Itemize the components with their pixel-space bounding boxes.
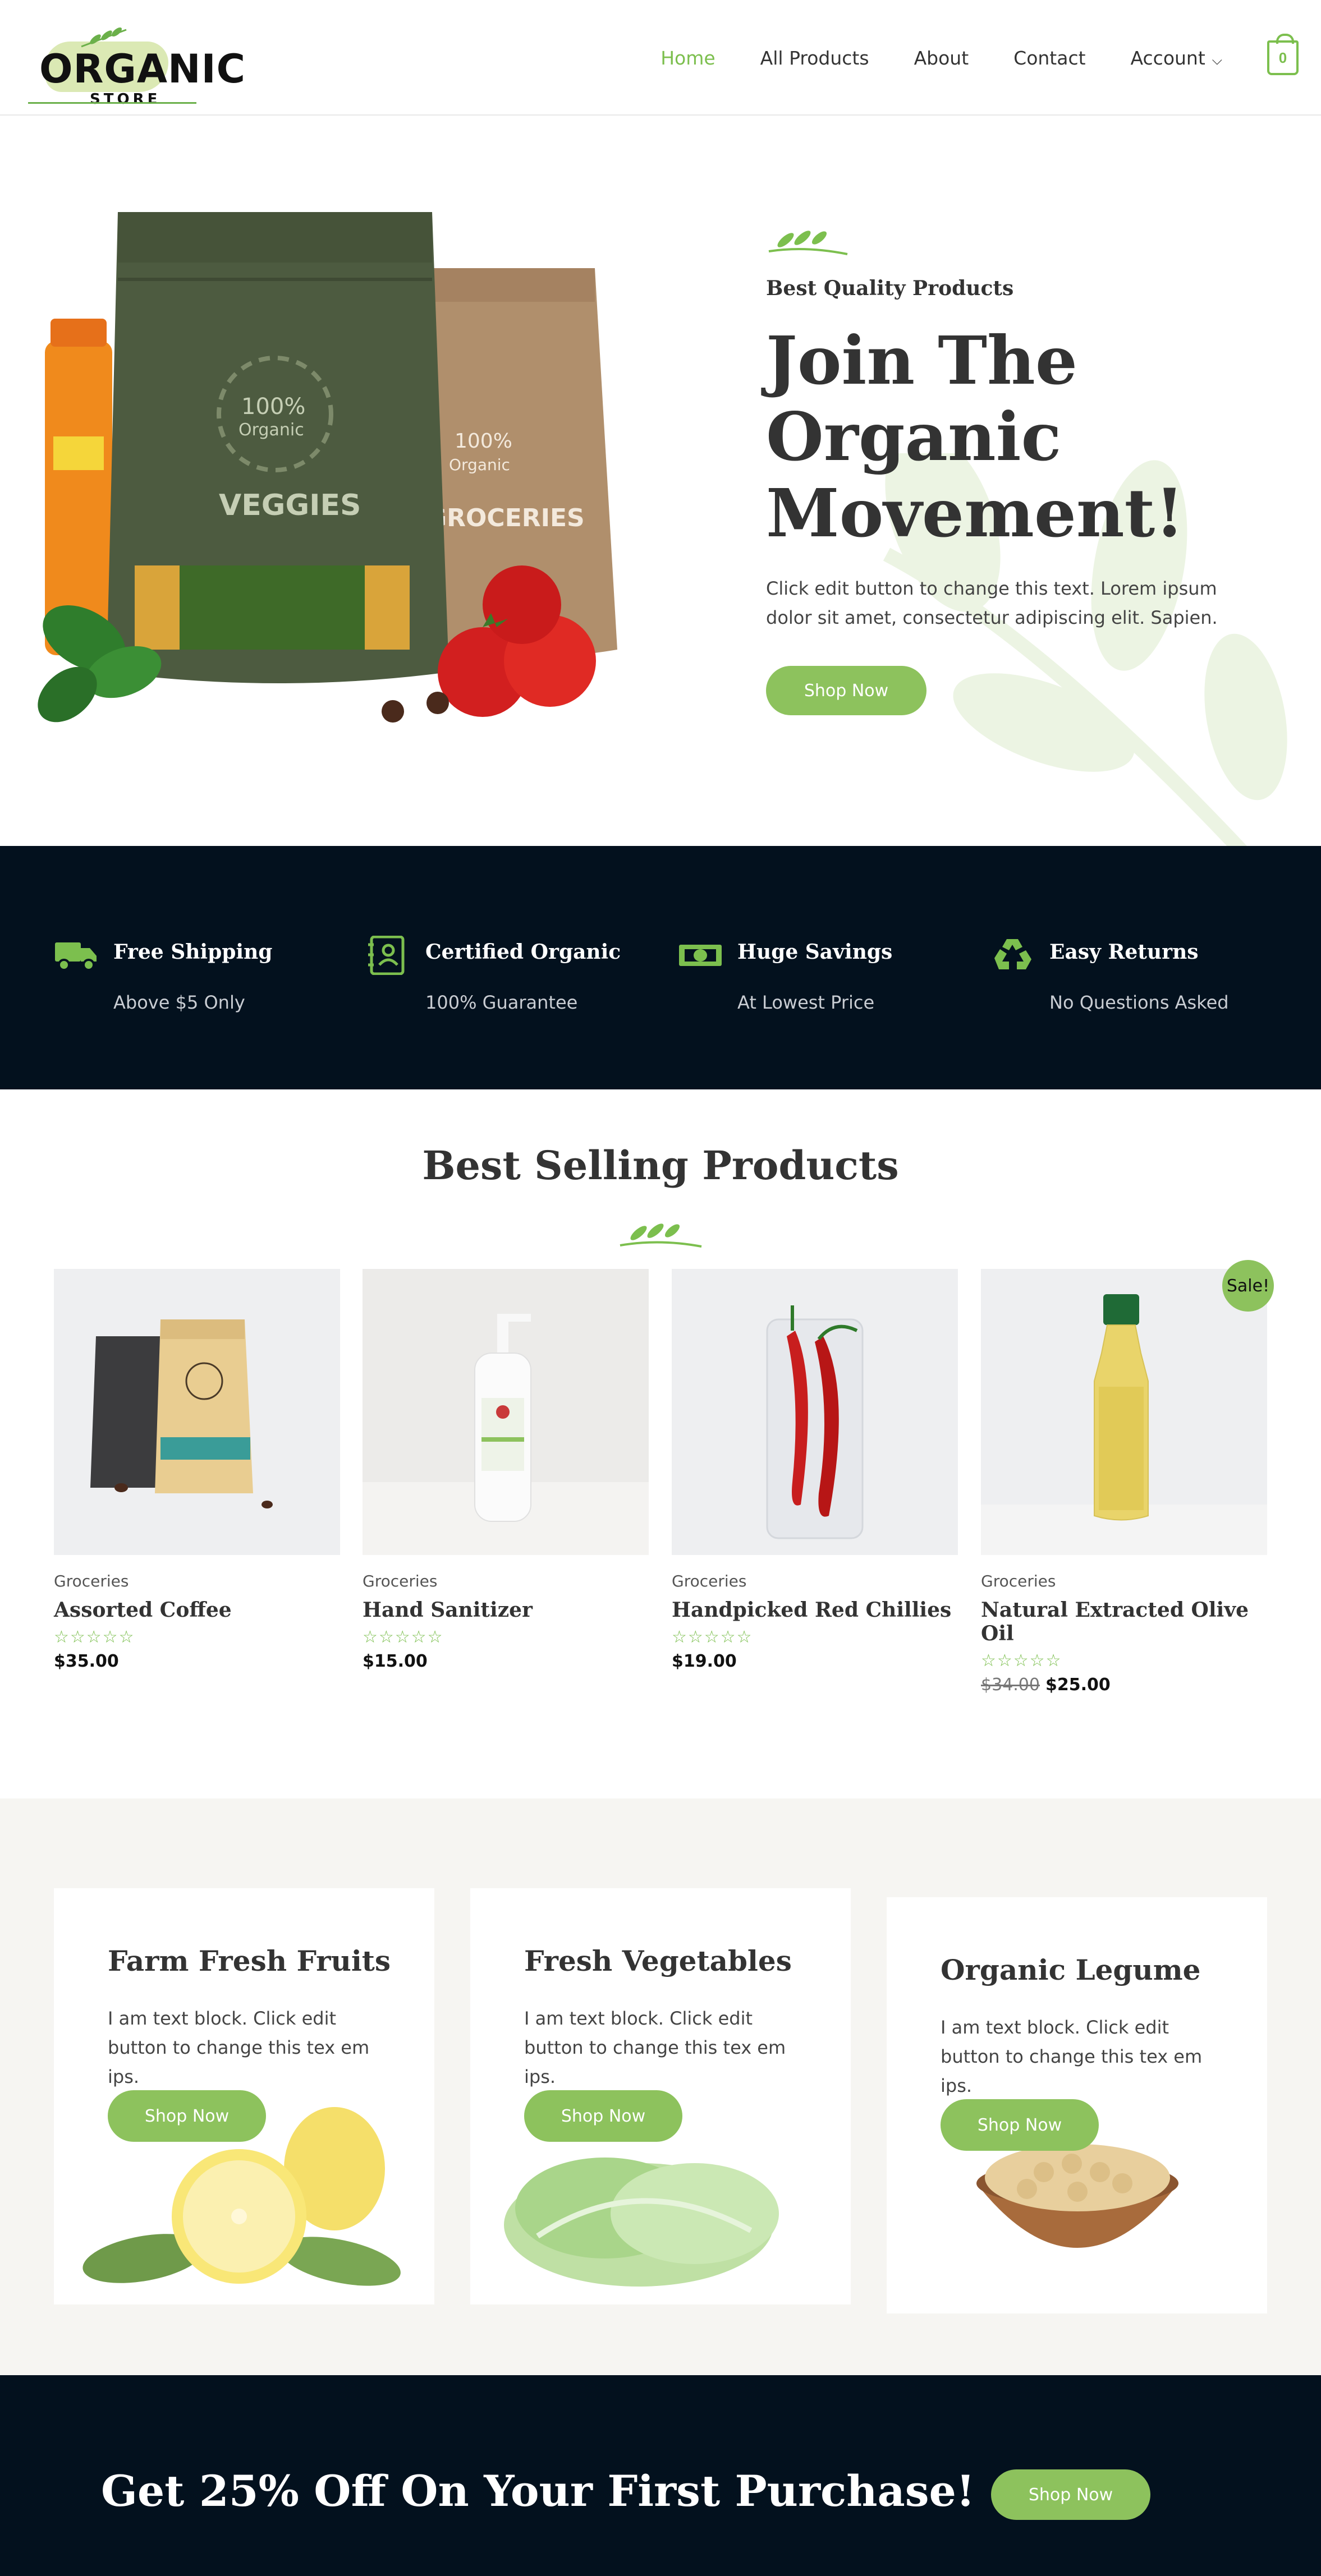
chillies-image [766, 1305, 864, 1539]
legume-shop-now-button[interactable]: Shop Now [941, 2099, 1099, 2151]
product-price: $35.00 [54, 1652, 119, 1671]
bag-left-badge-top: 100% [241, 394, 305, 420]
feature-subtitle: 100% Guarantee [425, 992, 578, 1013]
product-image-coffee[interactable] [54, 1269, 340, 1555]
feature-subtitle: Above $5 Only [113, 992, 245, 1013]
bag-left-label: VEGGIES [219, 489, 361, 522]
nav-home[interactable]: Home [660, 47, 715, 69]
truck-icon [55, 942, 97, 971]
hero-eyebrow: Best Quality Products [766, 277, 1014, 300]
nav-account-label: Account [1130, 47, 1205, 69]
star-rating-icon: ☆☆☆☆☆ [672, 1628, 753, 1646]
product-price: $15.00 [363, 1652, 428, 1671]
logo[interactable]: ORGANIC STORE [28, 25, 245, 109]
product-price: $34.00 $25.00 [981, 1675, 1267, 1695]
star-rating-icon: ☆☆☆☆☆ [363, 1628, 444, 1646]
star-rating-icon: ☆☆☆☆☆ [54, 1628, 135, 1646]
bag-right-badge-bottom: Organic [449, 456, 510, 474]
product-name[interactable]: Assorted Coffee [54, 1598, 340, 1622]
feature-title: Certified Organic [425, 940, 621, 964]
logo-text: ORGANIC [39, 46, 246, 92]
product-price: $19.00 [672, 1652, 737, 1671]
card-title: Fresh Vegetables [524, 1944, 792, 1977]
feature-subtitle: At Lowest Price [737, 992, 875, 1013]
money-icon [679, 945, 722, 966]
bag-right-badge-top: 100% [455, 430, 512, 453]
product-image-chillies[interactable] [672, 1269, 958, 1555]
coffee-bags-image [90, 1319, 273, 1508]
nav-about[interactable]: About [914, 47, 969, 69]
leaf-icon [768, 231, 848, 255]
olive-oil-image [981, 1294, 1267, 1555]
vegetables-shop-now-button[interactable]: Shop Now [524, 2090, 682, 2142]
card-description: I am text block. Click edit button to ch… [941, 2017, 1203, 2096]
nav-all-products[interactable]: All Products [760, 47, 869, 69]
category-section: Farm Fresh Fruits I am text block. Click… [0, 1798, 1321, 2375]
category-card-legume: Organic Legume I am text block. Click ed… [887, 1897, 1267, 2313]
product-name[interactable]: Natural Extracted Olive Oil [981, 1598, 1267, 1645]
chevron-down-icon: ⌵ [1212, 52, 1222, 68]
feature-title: Easy Returns [1049, 940, 1199, 964]
site-header: ORGANIC STORE Home All Products About Co… [0, 0, 1321, 116]
product-name[interactable]: Hand Sanitizer [363, 1598, 649, 1622]
product-card[interactable]: Groceries Hand Sanitizer ☆☆☆☆☆ $15.00 [363, 1269, 649, 1671]
hero-product-image: 100% Organic GROCERIES 100% Organic VEGG… [38, 212, 617, 723]
hero-title-line1: Join The [766, 321, 1077, 399]
card-title: Farm Fresh Fruits [108, 1944, 391, 1977]
cart-icon[interactable]: 0 [1267, 34, 1299, 75]
cta-title: Get 25% Off On Your First Purchase! [101, 2466, 975, 2516]
feature-subtitle: No Questions Asked [1049, 992, 1229, 1013]
bag-left-badge-bottom: Organic [238, 420, 304, 440]
product-old-price: $34.00 [981, 1675, 1040, 1695]
certificate-icon [368, 936, 405, 975]
card-description: I am text block. Click edit button to ch… [108, 2008, 370, 2087]
category-card-fruits: Farm Fresh Fruits I am text block. Click… [54, 1888, 434, 2304]
fruits-shop-now-button[interactable]: Shop Now [108, 2090, 266, 2142]
cta-shop-now-button[interactable]: Shop Now [991, 2469, 1150, 2520]
feature-title: Free Shipping [113, 940, 273, 964]
card-description: I am text block. Click edit button to ch… [524, 2008, 786, 2087]
nav-contact[interactable]: Contact [1013, 47, 1085, 69]
product-category[interactable]: Groceries [54, 1572, 340, 1590]
cart-count: 0 [1278, 49, 1287, 66]
product-sale-price: $25.00 [1045, 1675, 1111, 1695]
product-image-sanitizer[interactable] [363, 1269, 649, 1555]
product-card[interactable]: Groceries Handpicked Red Chillies ☆☆☆☆☆ … [672, 1269, 958, 1671]
hero-section: 100% Organic GROCERIES 100% Organic VEGG… [0, 117, 1321, 846]
logo-subtext: STORE [90, 91, 161, 108]
logo-underline [28, 102, 196, 104]
category-card-vegetables: Fresh Vegetables I am text block. Click … [470, 1888, 851, 2304]
product-category[interactable]: Groceries [981, 1572, 1267, 1590]
products-heading: Best Selling Products [422, 1142, 899, 1189]
product-card[interactable]: Groceries Assorted Coffee ☆☆☆☆☆ $35.00 [54, 1269, 340, 1671]
sale-badge: Sale! [1222, 1260, 1274, 1312]
product-category[interactable]: Groceries [672, 1572, 958, 1590]
leaf-icon [620, 1223, 702, 1248]
main-nav: Home All Products About Contact Account ⌵… [660, 0, 1321, 116]
hero-title: Join The Organic Movement! [766, 323, 1271, 551]
features-band: Free Shipping Above $5 Only Certified Or… [0, 846, 1321, 1089]
hero-shop-now-button[interactable]: Shop Now [766, 666, 926, 715]
product-name[interactable]: Handpicked Red Chillies [672, 1598, 958, 1622]
card-title: Organic Legume [941, 1953, 1201, 1986]
product-image-olive-oil[interactable] [981, 1269, 1267, 1555]
star-rating-icon: ☆☆☆☆☆ [981, 1652, 1062, 1670]
hero-title-line3: Movement! [766, 474, 1184, 552]
hero-description: Click edit button to change this text. L… [766, 578, 1218, 628]
nav-account[interactable]: Account ⌵ [1131, 47, 1222, 69]
sanitizer-bottle-image [363, 1314, 649, 1555]
hero-content: Best Quality Products Join The Organic M… [766, 223, 1271, 715]
hero-title-line2: Organic [766, 398, 1062, 476]
product-card[interactable]: Groceries Natural Extracted Olive Oil ☆☆… [981, 1269, 1267, 1695]
feature-title: Huge Savings [737, 940, 893, 964]
recycle-icon [994, 939, 1031, 969]
product-category[interactable]: Groceries [363, 1572, 649, 1590]
bag-right-label: GROCERIES [426, 504, 585, 532]
cta-band: Get 25% Off On Your First Purchase! Shop… [0, 2375, 1321, 2576]
